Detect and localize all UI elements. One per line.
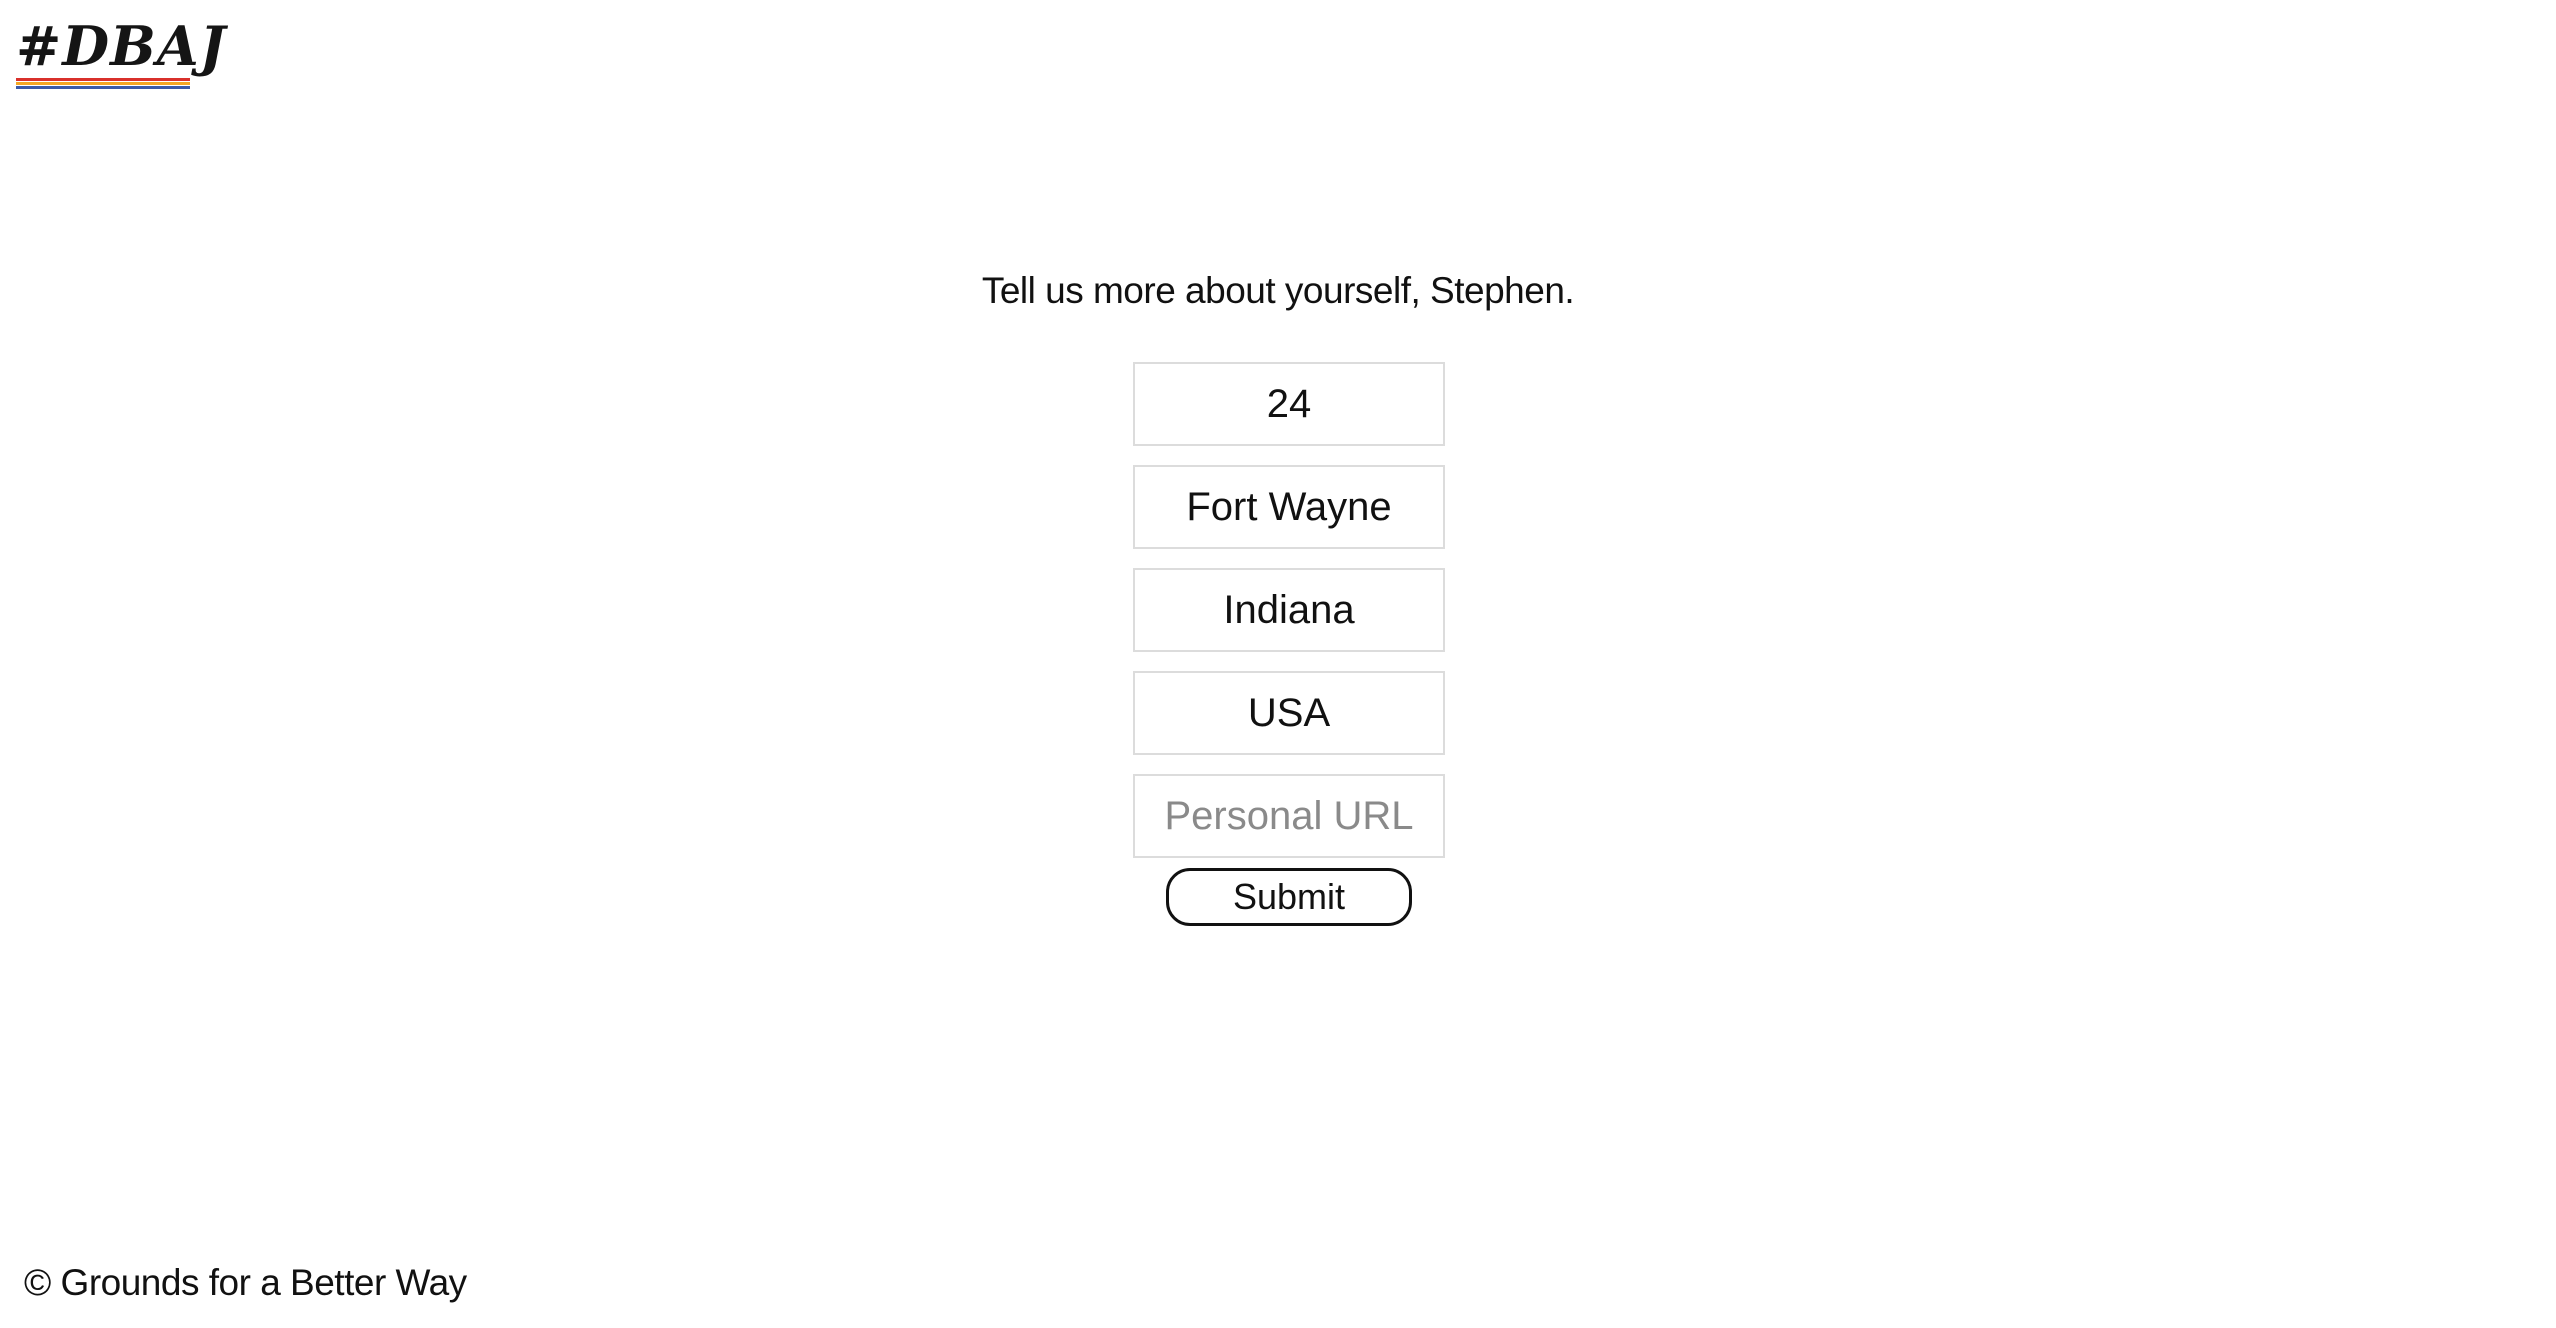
- page: #DBAJ Tell us more about yourself, Steph…: [0, 0, 2556, 1328]
- logo-underline-stripes: [16, 78, 190, 90]
- country-field[interactable]: [1133, 671, 1445, 755]
- age-field[interactable]: [1133, 362, 1445, 446]
- site-logo-link[interactable]: #DBAJ: [16, 14, 227, 92]
- personal-url-field[interactable]: [1133, 774, 1445, 858]
- logo-stripe-red: [16, 78, 190, 81]
- profile-form: Submit: [1133, 362, 1445, 926]
- logo-text: #DBAJ: [16, 14, 227, 78]
- intro-heading: Tell us more about yourself, Stephen.: [981, 270, 1575, 311]
- footer-copyright: © Grounds for a Better Way: [24, 1262, 467, 1303]
- logo-stripe-orange: [16, 82, 190, 85]
- city-field[interactable]: [1133, 465, 1445, 549]
- logo-stripe-blue: [16, 86, 190, 89]
- submit-button[interactable]: Submit: [1166, 868, 1412, 926]
- state-field[interactable]: [1133, 568, 1445, 652]
